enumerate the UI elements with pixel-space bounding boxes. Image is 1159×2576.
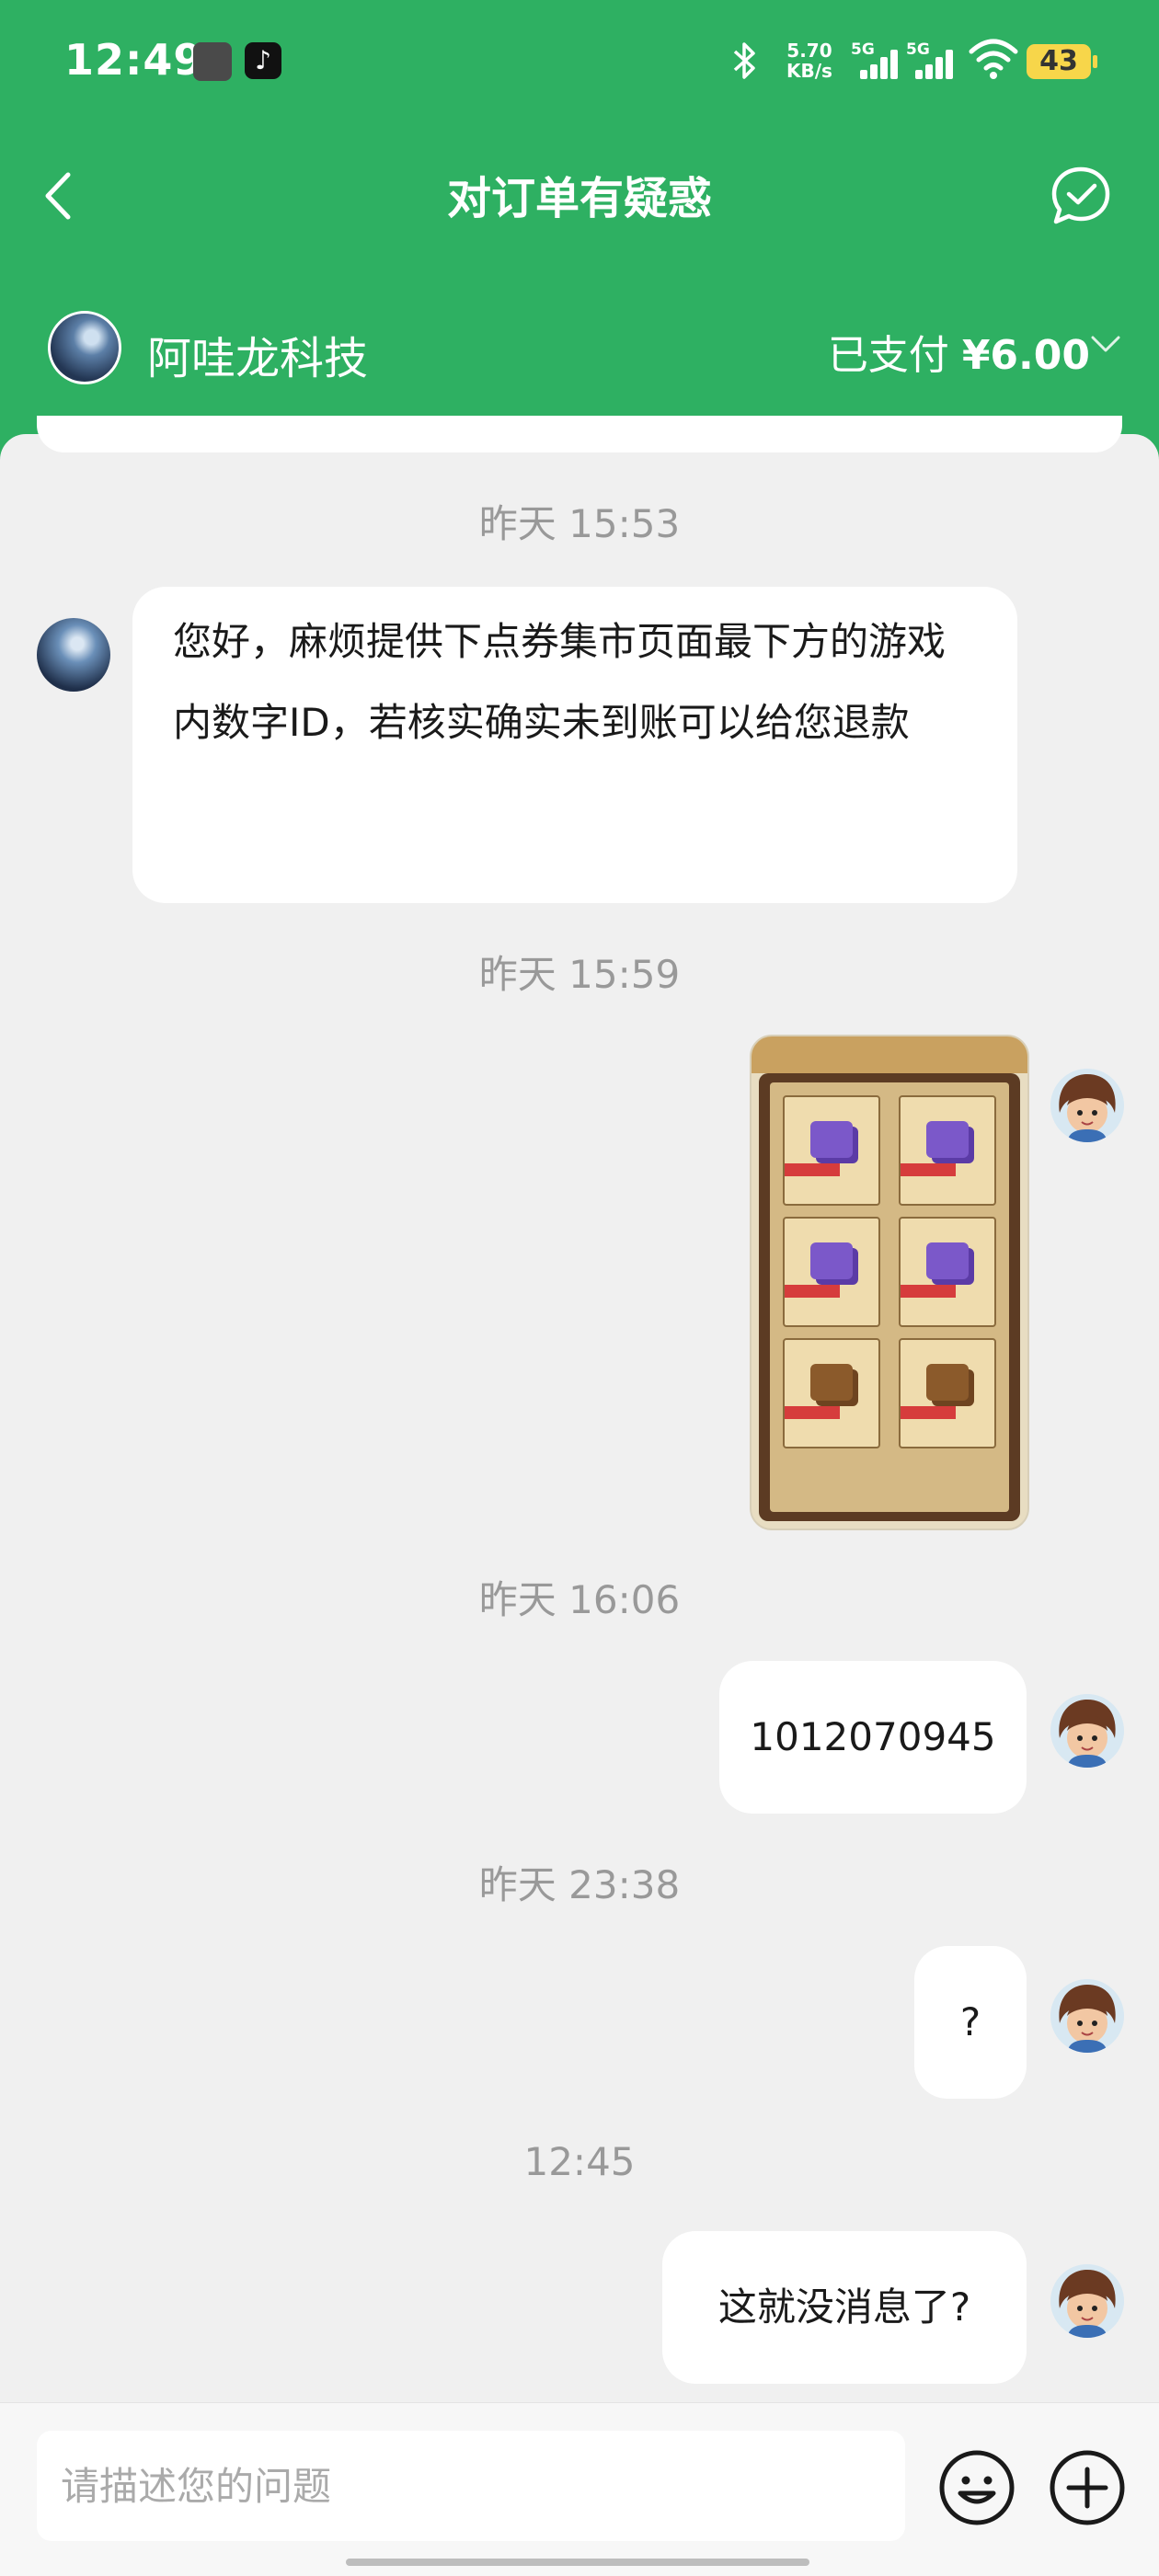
plus-button[interactable] — [1049, 2449, 1126, 2526]
message-bubble-merchant[interactable]: 您好，麻烦提供下点券集市页面最下方的游戏内数字ID，若核实确实未到账可以给您退款 — [132, 587, 1017, 903]
image-title-banner — [752, 1036, 1027, 1073]
payment-summary[interactable]: 已支付 ¥6.00 — [828, 322, 1090, 381]
signal-2-icon: 5G — [906, 40, 954, 79]
status-bar: 12:49 ♪ 5.70 KB/s 5G 5G 43 — [0, 0, 1159, 124]
battery-indicator: 43 — [1027, 44, 1097, 79]
image-frame — [759, 1073, 1020, 1521]
image-card — [783, 1217, 880, 1327]
user-avatar-cartoon-icon — [1050, 2264, 1124, 2338]
user-avatar[interactable] — [1050, 1069, 1124, 1142]
status-time: 12:49 — [64, 35, 204, 85]
user-avatar-cartoon-icon — [1050, 1694, 1124, 1768]
user-avatar[interactable] — [1050, 1979, 1124, 2053]
message-bubble-user[interactable]: 1012070945 — [719, 1661, 1027, 1814]
payment-status: 已支付 — [827, 332, 949, 379]
wifi-icon — [968, 37, 1019, 81]
bluetooth-icon — [731, 40, 759, 90]
image-message[interactable] — [750, 1035, 1029, 1530]
user-avatar-cartoon-icon — [1050, 1979, 1124, 2053]
image-card — [783, 1338, 880, 1448]
order-expand-button[interactable] — [1089, 333, 1122, 355]
user-avatar[interactable] — [1050, 2264, 1124, 2338]
chevron-down-icon — [1091, 336, 1120, 352]
payment-amount: ¥6.00 — [961, 332, 1090, 379]
merchant-name[interactable]: 阿哇龙科技 — [147, 322, 368, 386]
merchant-avatar[interactable] — [48, 311, 121, 384]
image-card — [899, 1217, 996, 1327]
page-title: 对订单有疑惑 — [446, 173, 712, 224]
message-bubble-user[interactable]: 这就没消息了? — [662, 2231, 1027, 2384]
message-timestamp: 昨天 16:06 — [478, 1577, 681, 1622]
message-input[interactable] — [37, 2431, 905, 2541]
image-content — [770, 1082, 1009, 1512]
message-bubble-user[interactable]: ? — [914, 1946, 1027, 2099]
message-timestamp: 12:45 — [523, 2139, 636, 2184]
emoji-icon — [939, 2450, 1015, 2525]
merchant-avatar[interactable] — [37, 618, 110, 692]
tiktok-app-icon: ♪ — [245, 42, 281, 79]
game-app-icon — [193, 42, 232, 81]
image-card — [783, 1095, 880, 1206]
home-indicator[interactable] — [346, 2559, 809, 2566]
message-timestamp: 昨天 23:38 — [478, 1862, 681, 1907]
message-timestamp: 昨天 15:53 — [478, 501, 681, 546]
emoji-button[interactable] — [938, 2449, 1016, 2526]
user-avatar[interactable] — [1050, 1694, 1124, 1768]
feedback-button[interactable] — [1049, 164, 1113, 228]
user-avatar-cartoon-icon — [1050, 1069, 1124, 1142]
image-card — [899, 1338, 996, 1448]
message-timestamp: 昨天 15:59 — [478, 952, 681, 997]
feedback-check-icon — [1051, 166, 1110, 224]
image-card — [899, 1095, 996, 1206]
signal-1-icon: 5G — [851, 40, 899, 79]
input-bar — [0, 2402, 1159, 2576]
previous-message-card — [37, 416, 1122, 452]
network-speed: 5.70 KB/s — [786, 40, 832, 82]
plus-icon — [1050, 2450, 1125, 2525]
